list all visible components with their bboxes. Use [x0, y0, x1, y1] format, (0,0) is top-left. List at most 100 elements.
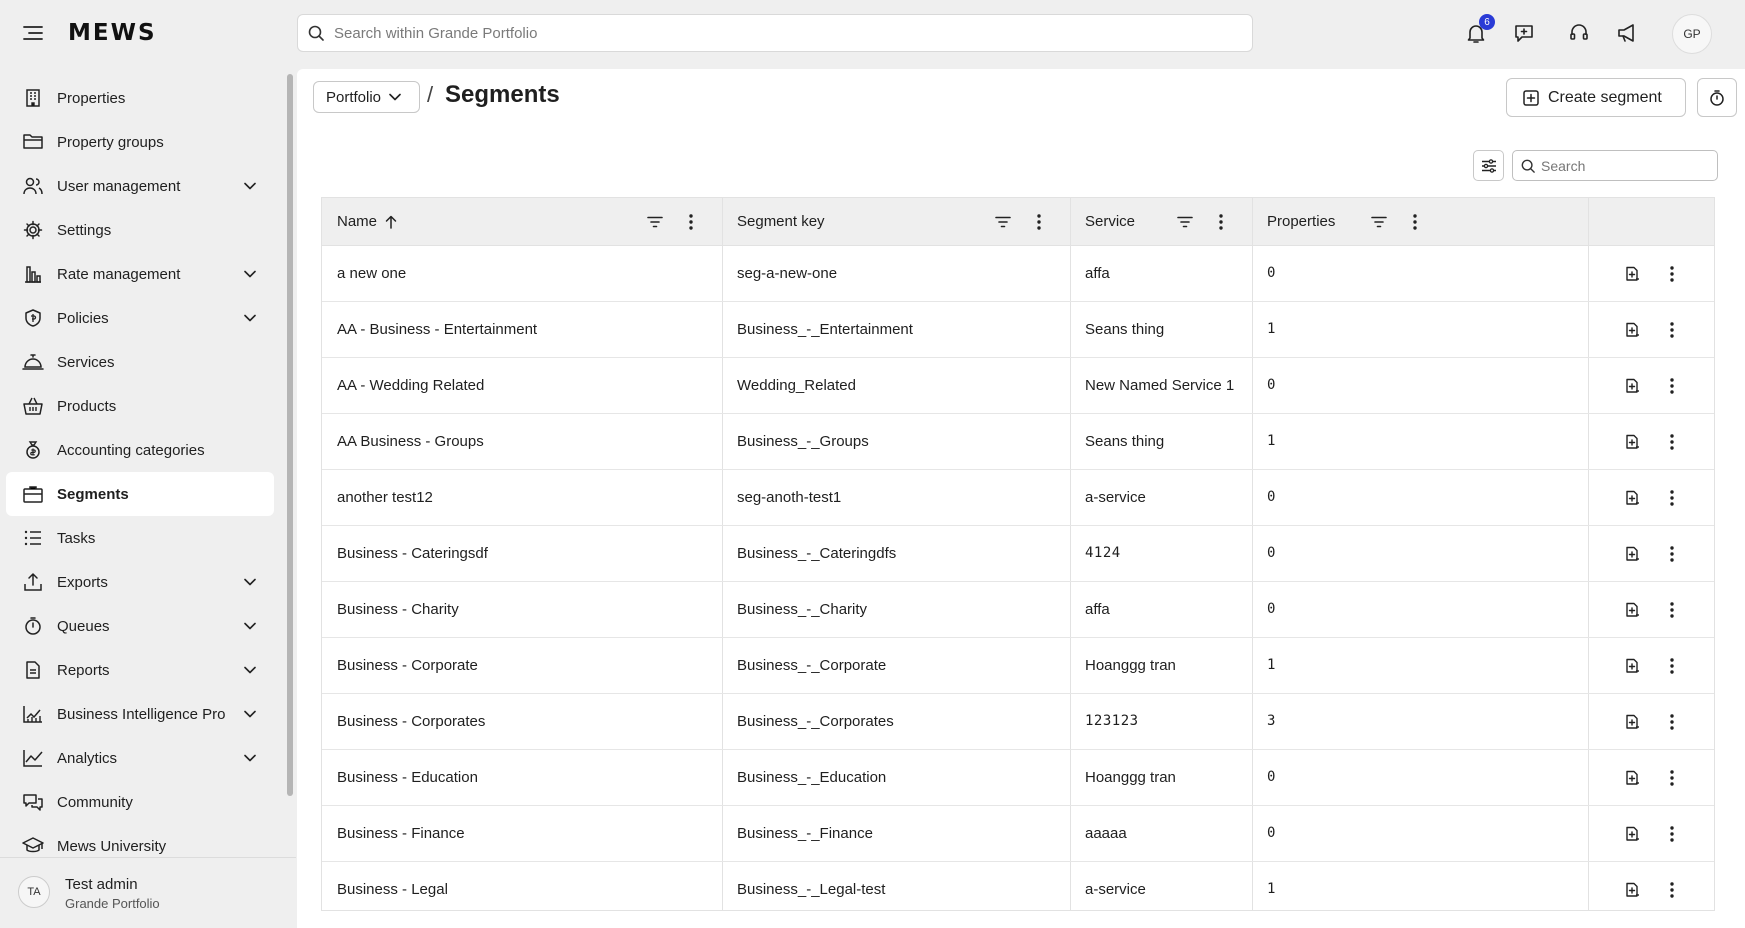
- column-header-segment-key[interactable]: Segment key: [722, 198, 1070, 246]
- table-row[interactable]: another test12 seg-anoth-test1 a-service 0: [322, 470, 1714, 526]
- table-row[interactable]: Business - Legal Business_-_Legal-test a-s…: [322, 862, 1714, 910]
- table-row[interactable]: Business - Corporate Business_-_Corporate…: [322, 638, 1714, 694]
- column-menu-icon[interactable]: [1211, 212, 1231, 232]
- user-avatar[interactable]: GP: [1672, 14, 1712, 54]
- sidebar-item-queues[interactable]: Queues: [6, 604, 274, 648]
- table-row[interactable]: Business - Corporates Business_-_Corporat…: [322, 694, 1714, 750]
- edit-document-icon[interactable]: [1622, 432, 1642, 452]
- table-row[interactable]: Business - Education Business_-_Education…: [322, 750, 1714, 806]
- table-row[interactable]: AA Business - Groups Business_-_Groups Sea…: [322, 414, 1714, 470]
- filter-icon[interactable]: [1369, 212, 1389, 232]
- filter-icon[interactable]: [1175, 212, 1195, 232]
- table-row[interactable]: Business - Cateringsdf Business_-_Caterin…: [322, 526, 1714, 582]
- edit-document-icon[interactable]: [1622, 376, 1642, 396]
- sidebar-item-reports[interactable]: Reports: [6, 648, 274, 692]
- edit-document-icon[interactable]: [1622, 264, 1642, 284]
- chevron-down-icon[interactable]: [242, 266, 258, 282]
- row-menu-icon[interactable]: [1662, 656, 1682, 676]
- row-menu-icon[interactable]: [1662, 376, 1682, 396]
- row-menu-icon[interactable]: [1662, 488, 1682, 508]
- sidebar-item-settings[interactable]: Settings: [6, 208, 274, 252]
- edit-document-icon[interactable]: [1622, 320, 1642, 340]
- sidebar-item-accounting-categories[interactable]: Accounting categories: [6, 428, 274, 472]
- edit-document-icon[interactable]: [1622, 880, 1642, 900]
- column-menu-icon[interactable]: [1405, 212, 1425, 232]
- chevron-down-icon[interactable]: [242, 618, 258, 634]
- cell-segment-key: Business_-_Finance: [737, 825, 873, 842]
- column-menu-icon[interactable]: [1029, 212, 1049, 232]
- table-row[interactable]: a new one seg-a-new-one affa 0: [322, 246, 1714, 302]
- edit-document-icon[interactable]: [1622, 656, 1642, 676]
- table-row[interactable]: Business - Finance Business_-_Finance aaaa…: [322, 806, 1714, 862]
- sidebar-item-community[interactable]: Community: [6, 780, 274, 824]
- chevron-down-icon[interactable]: [242, 574, 258, 590]
- cell-segment-key: seg-anoth-test1: [737, 489, 842, 506]
- cell-properties: 0: [1267, 545, 1276, 561]
- chevron-down-icon[interactable]: [242, 310, 258, 326]
- chevron-down-icon[interactable]: [242, 750, 258, 766]
- global-search-input[interactable]: [334, 24, 1214, 42]
- row-menu-icon[interactable]: [1662, 432, 1682, 452]
- column-header-service[interactable]: Service: [1070, 198, 1252, 246]
- column-header-name[interactable]: Name: [322, 198, 722, 246]
- row-menu-icon[interactable]: [1662, 712, 1682, 732]
- sidebar-item-analytics[interactable]: Analytics: [6, 736, 274, 780]
- sort-ascending-icon[interactable]: [381, 212, 401, 232]
- sidebar-item-user-management[interactable]: User management: [6, 164, 274, 208]
- support-headset-icon[interactable]: [1564, 18, 1594, 48]
- sidebar-item-exports[interactable]: Exports: [6, 560, 274, 604]
- table-search-input[interactable]: [1541, 157, 1711, 174]
- sidebar-item-business-intelligence-pro[interactable]: Business Intelligence Pro: [6, 692, 274, 736]
- sidebar-scrollbar[interactable]: [287, 74, 293, 796]
- row-menu-icon[interactable]: [1662, 824, 1682, 844]
- edit-document-icon[interactable]: [1622, 768, 1642, 788]
- table-row[interactable]: AA - Wedding Related Wedding_Related New N…: [322, 358, 1714, 414]
- sidebar-item-property-groups[interactable]: Property groups: [6, 120, 274, 164]
- mews-logo[interactable]: MEWS: [68, 20, 157, 46]
- page-title: Segments: [445, 81, 560, 108]
- row-menu-icon[interactable]: [1662, 600, 1682, 620]
- sidebar-item-policies[interactable]: Policies: [6, 296, 274, 340]
- history-button[interactable]: [1697, 78, 1737, 117]
- chevron-down-icon: [389, 93, 401, 101]
- sidebar-item-products[interactable]: Products: [6, 384, 274, 428]
- chevron-down-icon[interactable]: [242, 662, 258, 678]
- edit-document-icon[interactable]: [1622, 712, 1642, 732]
- row-menu-icon[interactable]: [1662, 768, 1682, 788]
- portfolio-breadcrumb-dropdown[interactable]: Portfolio: [313, 81, 420, 113]
- hamburger-menu-icon[interactable]: [20, 20, 46, 46]
- chevron-down-icon[interactable]: [242, 706, 258, 722]
- announcements-megaphone-icon[interactable]: [1613, 18, 1643, 48]
- edit-document-icon[interactable]: [1622, 544, 1642, 564]
- column-settings-button[interactable]: [1473, 150, 1504, 181]
- create-segment-button[interactable]: Create segment: [1506, 78, 1686, 117]
- ai-chat-icon[interactable]: [1509, 18, 1539, 48]
- sidebar-item-properties[interactable]: Properties: [6, 76, 274, 120]
- sidebar-item-segments[interactable]: Segments: [6, 472, 274, 516]
- edit-document-icon[interactable]: [1622, 600, 1642, 620]
- edit-document-icon[interactable]: [1622, 824, 1642, 844]
- row-menu-icon[interactable]: [1662, 880, 1682, 900]
- chevron-down-icon[interactable]: [242, 178, 258, 194]
- column-header-properties[interactable]: Properties: [1252, 198, 1588, 246]
- filter-icon[interactable]: [645, 212, 665, 232]
- row-menu-icon[interactable]: [1662, 264, 1682, 284]
- row-menu-icon[interactable]: [1662, 320, 1682, 340]
- filter-icon[interactable]: [993, 212, 1013, 232]
- sidebar-item-services[interactable]: Services: [6, 340, 274, 384]
- column-menu-icon[interactable]: [681, 212, 701, 232]
- table-row[interactable]: AA - Business - Entertainment Business_-_…: [322, 302, 1714, 358]
- edit-document-icon[interactable]: [1622, 488, 1642, 508]
- sidebar-item-tasks[interactable]: Tasks: [6, 516, 274, 560]
- notifications-bell-icon[interactable]: 6: [1461, 14, 1495, 48]
- row-menu-icon[interactable]: [1662, 544, 1682, 564]
- cell-name: Business - Legal: [337, 881, 448, 898]
- sidebar-item-rate-management[interactable]: Rate management: [6, 252, 274, 296]
- current-user[interactable]: TA Test admin Grande Portfolio: [0, 857, 296, 928]
- global-search[interactable]: [297, 14, 1253, 52]
- cell-service: Hoanggg tran: [1085, 657, 1176, 674]
- bar-chart-icon: [22, 263, 44, 285]
- cell-name: another test12: [337, 489, 433, 506]
- table-search[interactable]: [1512, 150, 1718, 181]
- table-row[interactable]: Business - Charity Business_-_Charity affa…: [322, 582, 1714, 638]
